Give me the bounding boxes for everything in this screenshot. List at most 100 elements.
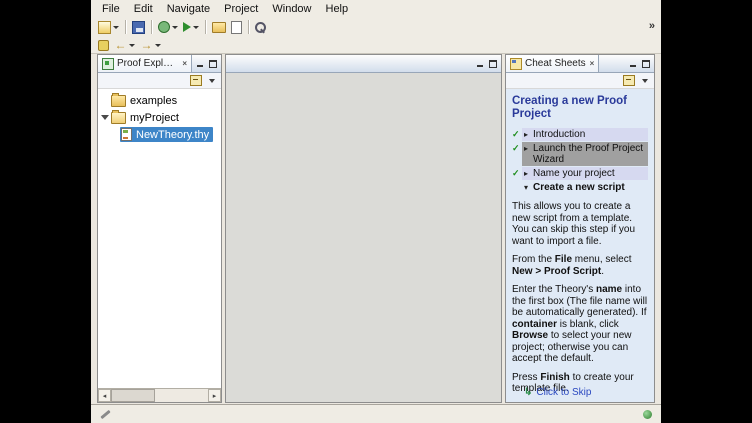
- cheatsheet-step[interactable]: ✓▸Name your project: [512, 167, 648, 180]
- tab-cheat-sheets[interactable]: Cheat Sheets ×: [506, 55, 599, 72]
- tree-item-label: myProject: [130, 112, 179, 124]
- toolbar-row-1: [91, 17, 661, 37]
- tab-label: Proof Explorer: [117, 58, 178, 69]
- application-window: FileEditNavigateProjectWindowHelp » Proo…: [91, 0, 661, 423]
- debug-button[interactable]: [156, 18, 180, 37]
- new-wizard-dropdown-arrow-icon[interactable]: [113, 26, 119, 29]
- proof-explorer-view: Proof Explorer × examples myProject NewThe…: [97, 54, 222, 403]
- cheatsheet-paragraph: From the File menu, select New > Proof S…: [512, 254, 648, 277]
- status-bar: [91, 404, 661, 423]
- close-icon[interactable]: ×: [182, 59, 187, 68]
- minimize-icon[interactable]: [476, 60, 484, 68]
- maximize-icon[interactable]: [209, 60, 217, 68]
- new-folder-button[interactable]: [210, 18, 228, 37]
- run-icon: [183, 22, 191, 32]
- debug-icon: [158, 21, 170, 33]
- collapsed-arrow-icon: ▸: [524, 143, 533, 154]
- menu-item-navigate[interactable]: Navigate: [160, 2, 217, 16]
- forward-dropdown-arrow-icon[interactable]: [155, 44, 161, 47]
- maximize-icon[interactable]: [489, 60, 497, 68]
- tree-item-examples[interactable]: examples: [98, 92, 221, 109]
- menu-item-help[interactable]: Help: [319, 2, 356, 16]
- tab-proof-explorer[interactable]: Proof Explorer ×: [98, 55, 192, 72]
- tab-label: Cheat Sheets: [525, 58, 586, 69]
- check-icon: ✓: [512, 167, 522, 179]
- debug-dropdown-arrow-icon[interactable]: [172, 26, 178, 29]
- toolbar-separator: [151, 20, 153, 34]
- collapse-all-icon[interactable]: [190, 75, 202, 86]
- minimize-icon[interactable]: [629, 60, 637, 68]
- menu-item-edit[interactable]: Edit: [127, 2, 160, 16]
- theory-file-icon: [121, 128, 132, 141]
- horizontal-scrollbar[interactable]: ◂ ▸: [98, 388, 221, 402]
- cheat-sheet-title: Creating a new Proof Project: [512, 95, 648, 121]
- cheatsheet-paragraph: This allows you to create a new script f…: [512, 201, 648, 247]
- step-label: Launch the Proof Project Wizard: [533, 143, 646, 165]
- toolbar-row-2: [91, 37, 661, 53]
- cheatsheet-step[interactable]: ▾Create a new script: [512, 181, 648, 194]
- skip-arrow-icon: ↳: [524, 387, 532, 399]
- run-button[interactable]: [181, 18, 201, 37]
- forward-button[interactable]: [138, 36, 163, 55]
- editor-header: [226, 55, 501, 73]
- cheat-sheets-header: Cheat Sheets ×: [506, 55, 654, 73]
- back-dropdown-arrow-icon[interactable]: [129, 44, 135, 47]
- expander-icon[interactable]: [100, 115, 110, 120]
- search-button[interactable]: [253, 18, 268, 37]
- menu-bar: FileEditNavigateProjectWindowHelp: [91, 0, 661, 17]
- cheatsheet-step[interactable]: ✓▸Introduction: [512, 128, 648, 141]
- proof-explorer-toolbar: [98, 73, 221, 89]
- new-theory-button[interactable]: [229, 18, 244, 37]
- new-wizard-button[interactable]: [96, 18, 121, 37]
- cheatsheet-paragraph: Enter the Theory's name into the first b…: [512, 284, 648, 365]
- expanded-arrow-icon: ▾: [524, 182, 533, 193]
- toolbar-separator: [205, 20, 207, 34]
- cheat-sheets-view: Cheat Sheets × Creating a new Proof Proj…: [505, 54, 655, 403]
- toolbar-separator: [248, 20, 250, 34]
- click-to-skip-link[interactable]: ↳ Click to Skip: [524, 387, 591, 399]
- cheat-sheets-icon: [510, 58, 522, 70]
- fast-view-icon[interactable]: [100, 409, 111, 420]
- menu-item-window[interactable]: Window: [265, 2, 318, 16]
- new-folder-icon: [212, 22, 226, 33]
- editor-area: [225, 54, 502, 403]
- cheatsheet-step[interactable]: ✓▸Launch the Proof Project Wizard: [512, 142, 648, 166]
- menu-item-file[interactable]: File: [95, 2, 127, 16]
- cheat-sheet-paragraphs: This allows you to create a new script f…: [512, 201, 648, 395]
- close-icon[interactable]: ×: [590, 59, 595, 68]
- last-edit-icon: [98, 40, 109, 51]
- tree-item-myproject[interactable]: myProject: [98, 109, 221, 126]
- cheat-sheet-content: Creating a new Proof Project ✓▸Introduct…: [506, 89, 654, 402]
- save-button[interactable]: [130, 18, 147, 37]
- view-menu-icon[interactable]: [642, 79, 648, 83]
- scroll-left-button[interactable]: ◂: [98, 389, 111, 402]
- folder-closed-icon: [111, 95, 126, 107]
- tree-item-newtheory-thy[interactable]: NewTheory.thy: [98, 126, 221, 143]
- main-toolbar: »: [91, 17, 661, 54]
- folder-open-icon: [111, 112, 126, 124]
- minimize-icon[interactable]: [196, 60, 204, 68]
- cheat-sheet-steps: ✓▸Introduction✓▸Launch the Proof Project…: [512, 128, 648, 194]
- step-label: Introduction: [533, 129, 646, 140]
- status-indicator-icon[interactable]: [643, 410, 652, 419]
- scrollbar-thumb[interactable]: [111, 389, 155, 402]
- view-menu-icon[interactable]: [209, 79, 215, 83]
- check-icon: ✓: [512, 128, 522, 140]
- back-button[interactable]: [112, 36, 137, 55]
- collapsed-arrow-icon: ▸: [524, 129, 533, 140]
- maximize-icon[interactable]: [642, 60, 650, 68]
- view-controls: [625, 55, 654, 72]
- last-edit-button[interactable]: [96, 36, 111, 55]
- back-icon: [114, 39, 127, 51]
- new-wizard-icon: [98, 21, 111, 34]
- scroll-right-button[interactable]: ▸: [208, 389, 221, 402]
- editor-empty-body[interactable]: [226, 73, 501, 402]
- toolbar-overflow-chevron[interactable]: »: [649, 20, 655, 32]
- search-icon: [255, 22, 266, 33]
- scrollbar-track[interactable]: [111, 389, 208, 402]
- tree-item-label: NewTheory.thy: [136, 129, 209, 141]
- menu-item-project[interactable]: Project: [217, 2, 265, 16]
- collapse-all-icon[interactable]: [623, 75, 635, 86]
- new-theory-icon: [231, 21, 242, 34]
- run-dropdown-arrow-icon[interactable]: [193, 26, 199, 29]
